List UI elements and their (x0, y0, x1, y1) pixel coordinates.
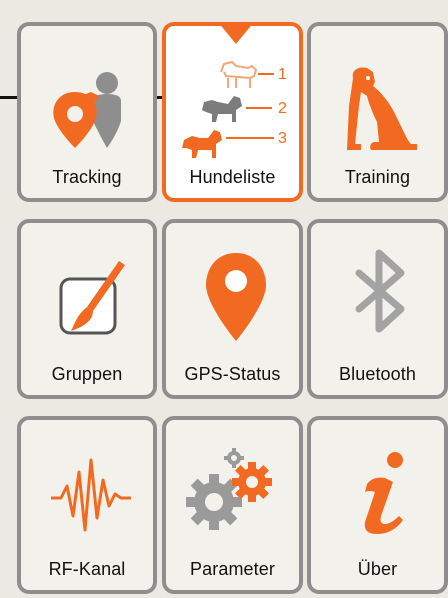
tile-label: Training (344, 167, 411, 187)
tile-label: Tracking (52, 167, 122, 187)
list-number-1: 1 (278, 66, 287, 83)
tile-hundeliste[interactable]: 1 2 3 Hundeliste (162, 22, 303, 202)
tile-label: Parameter (190, 559, 275, 579)
list-number-3: 3 (278, 130, 287, 147)
tile-training[interactable]: Training (307, 22, 448, 202)
tile-label: Über (357, 559, 398, 579)
tile-parameter[interactable]: Parameter (162, 416, 303, 594)
list-number-2: 2 (278, 100, 287, 117)
tile-bluetooth[interactable]: Bluetooth (307, 219, 448, 399)
tile-label: Hundeliste (189, 167, 276, 187)
tile-rf-kanal[interactable]: RF-Kanal (17, 416, 157, 594)
selection-marker-icon (221, 26, 251, 44)
tile-tracking[interactable]: Tracking (17, 22, 157, 202)
tile-gps-status[interactable]: GPS-Status (162, 219, 303, 399)
tile-label: Gruppen (51, 364, 123, 384)
tile-label: GPS-Status (184, 364, 281, 384)
tile-label: RF-Kanal (48, 559, 126, 579)
tile-ueber[interactable]: Über (307, 416, 448, 594)
tile-gruppen[interactable]: Gruppen (17, 219, 157, 399)
tile-label: Bluetooth (339, 364, 416, 384)
